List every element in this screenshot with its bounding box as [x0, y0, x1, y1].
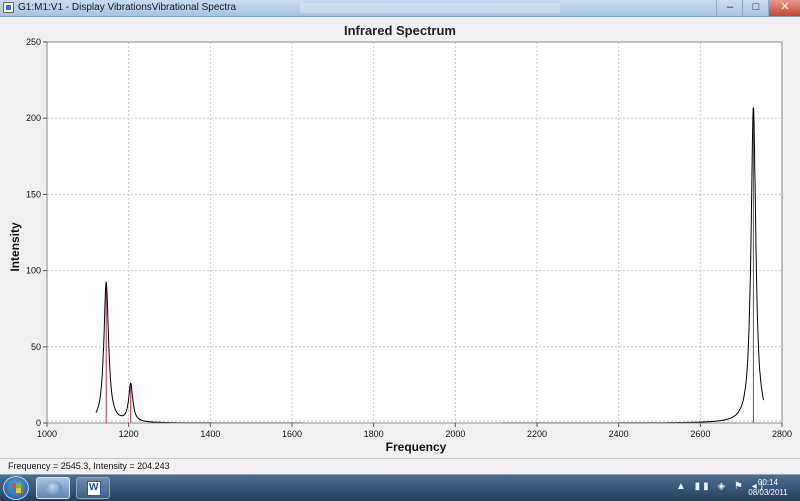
start-button[interactable]: [3, 476, 29, 500]
windows-logo-icon: [11, 483, 21, 493]
y-tick-label: 200: [26, 113, 41, 123]
maximize-button[interactable]: □: [742, 0, 769, 16]
infrared-spectrum-chart[interactable]: 1000 1200 1400 1600 1800 2000 2200 2400 2600 2800…: [0, 17, 800, 458]
y-tick-label: 100: [26, 266, 41, 276]
plot-background: [47, 42, 782, 423]
x-tick-label: 2400: [609, 429, 629, 439]
x-tick-label: 1000: [37, 429, 57, 439]
status-bar: Frequency = 2545.3, Intensity = 204.243: [0, 458, 800, 475]
x-tick-label: 2800: [772, 429, 792, 439]
taskbar-app-word[interactable]: [76, 477, 110, 499]
clock[interactable]: 00:14 08/03/2011: [742, 478, 794, 498]
minimize-button[interactable]: –: [716, 0, 743, 16]
x-axis-ticks: 1000 1200 1400 1600 1800 2000 2200 2400 2600 2800: [37, 423, 792, 439]
x-tick-label: 2600: [690, 429, 710, 439]
y-tick-label: 250: [26, 37, 41, 47]
taskbar-app-gaussview[interactable]: [36, 477, 70, 499]
y-tick-label: 50: [31, 342, 41, 352]
y-tick-label: 0: [36, 418, 41, 428]
x-tick-label: 1800: [364, 429, 384, 439]
clock-time: 00:14: [757, 478, 779, 487]
close-button[interactable]: ✕: [768, 0, 800, 16]
taskbar: ▲ ▮▮ ◈ ⚑ ◂) 00:14 08/03/2011: [0, 474, 800, 501]
cursor-readout: Frequency = 2545.3, Intensity = 204.243: [8, 461, 170, 471]
word-icon: [87, 481, 101, 496]
chart-area[interactable]: Infrared Spectrum 1000 1200 1400 1600 1800 20…: [0, 17, 800, 458]
x-tick-label: 2000: [445, 429, 465, 439]
background-window-title: [300, 3, 560, 13]
y-axis-ticks: 0 50 100 150 200 250: [26, 37, 47, 428]
x-axis-label: Frequency: [386, 440, 447, 454]
x-tick-label: 1600: [282, 429, 302, 439]
y-tick-label: 150: [26, 189, 41, 199]
clock-date: 08/03/2011: [748, 488, 788, 497]
window-title: G1:M1:V1 - Display VibrationsVibrational…: [18, 2, 237, 13]
title-bar[interactable]: G1:M1:V1 - Display VibrationsVibrational…: [0, 0, 800, 17]
x-tick-label: 2200: [527, 429, 547, 439]
y-axis-label: Intensity: [8, 222, 22, 272]
x-tick-label: 1400: [200, 429, 220, 439]
x-tick-label: 1200: [119, 429, 139, 439]
gaussview-icon: [46, 481, 62, 495]
spectrum-window: G1:M1:V1 - Display VibrationsVibrational…: [0, 0, 800, 475]
app-icon[interactable]: [3, 2, 14, 13]
